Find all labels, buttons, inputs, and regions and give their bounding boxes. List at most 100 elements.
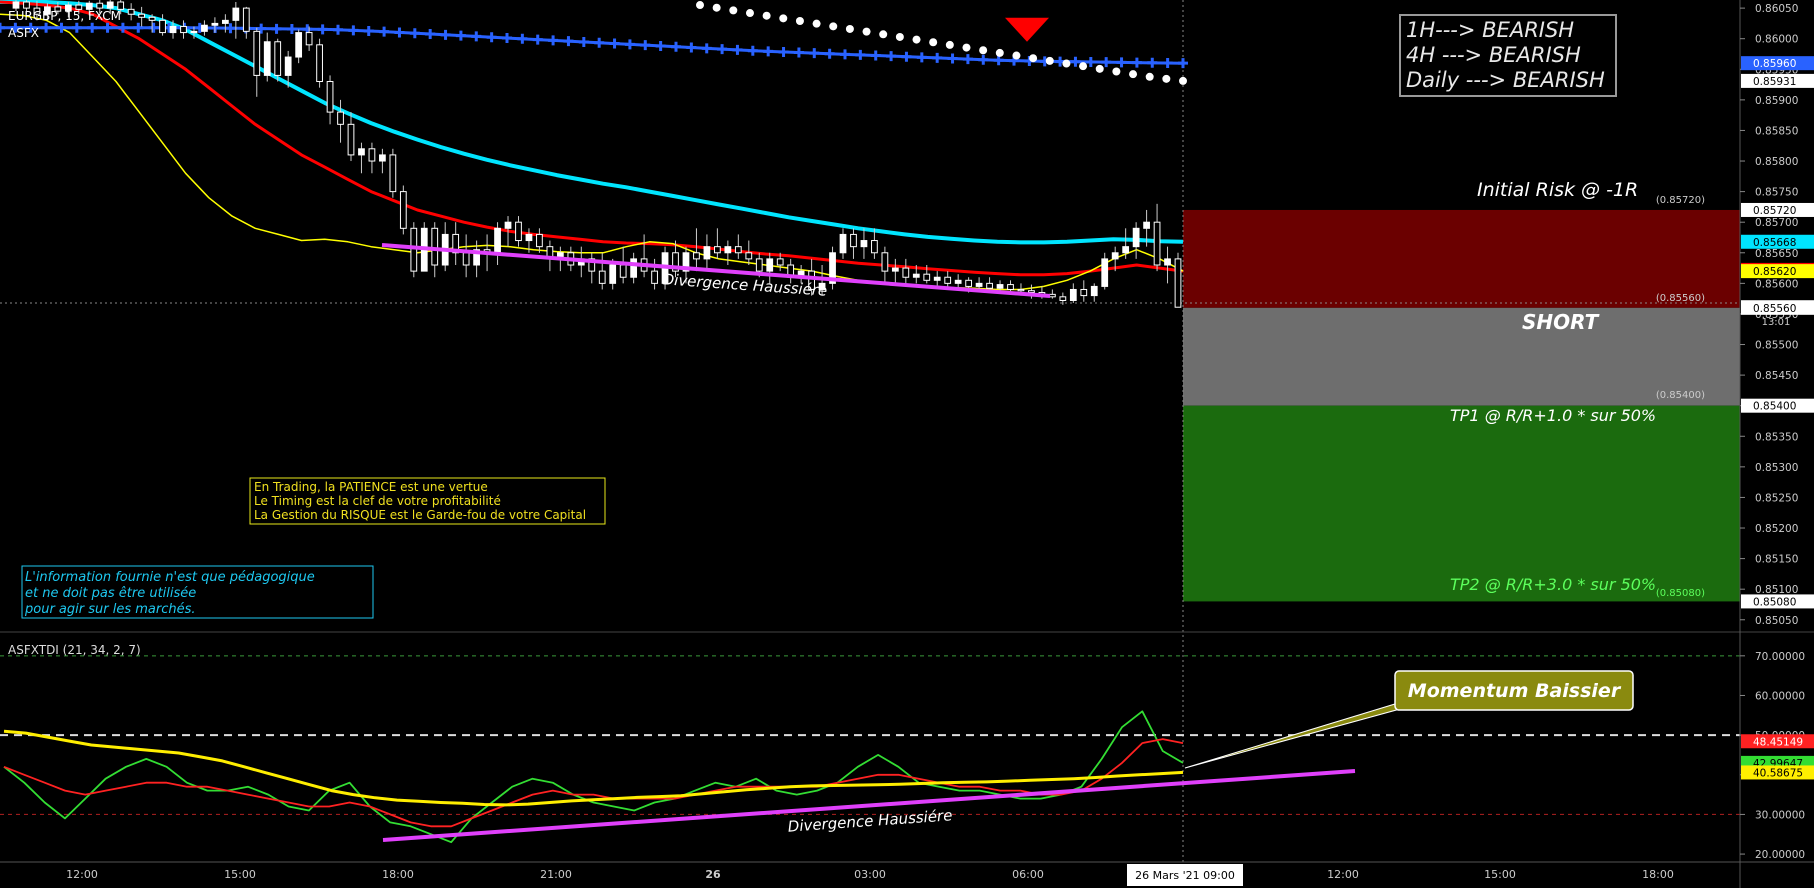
candle-body [1111,252,1119,260]
price-tick-label: 0.85800 [1755,156,1798,168]
candle-body [347,123,355,156]
candle-body [305,32,313,46]
target-zone [1183,405,1740,602]
white-dot-marker [1162,74,1171,83]
candle-body [12,1,20,9]
osc-tick-label: 20.00000 [1755,849,1805,861]
white-dot-marker [795,17,804,26]
candle-body [159,19,166,34]
indicator-label: ASFX [8,26,39,40]
white-dot-marker [1045,56,1054,65]
candle-body [923,273,931,281]
price-tick-label: 0.85750 [1755,187,1798,199]
candle-body [127,8,135,15]
time-tick: 15:00 [224,868,256,881]
price-tick-label: 0.85900 [1755,95,1798,107]
candle-body [96,2,104,9]
candle-body [138,13,146,18]
white-dot-marker [729,6,738,15]
white-dot-marker [1129,70,1138,79]
candle-body [263,41,271,76]
candle-body [734,246,742,254]
time-tick: 12:00 [1327,868,1359,881]
white-dot-marker [696,1,704,10]
price-tick-label: 0.85150 [1755,554,1798,566]
white-dot-marker [979,46,988,55]
patience-line-1: En Trading, la PATIENCE est une vertue [254,480,488,494]
white-dot-marker [829,22,838,31]
candle-body [1174,258,1182,308]
candle-body [536,233,543,248]
candle-body [619,264,627,278]
disclaimer-line-2: et ne doit pas être utilisée [25,586,196,601]
price-tick-label: 0.85050 [1755,615,1798,627]
white-dot-marker [845,24,854,33]
time-tick: 18:00 [382,868,414,881]
candle-body [1143,221,1150,229]
trading-chart: Divergence Haussiére EURGBP, 15, FXCM AS… [0,0,1814,888]
white-dot-marker [1062,59,1071,68]
candle-body [755,258,763,272]
price-tick-label: 0.85650 [1755,248,1798,260]
disclaimer-line-3: pour agir sur les marchés. [24,602,196,617]
candle-body [316,44,323,83]
osc-tag-label: 40.58675 [1753,767,1803,779]
price-tick-label: 0.85100 [1755,584,1798,596]
candle-body [525,233,533,242]
candle-body [295,32,303,58]
candle-body [850,233,857,248]
timeframe-1h: 1H---> BEARISH [1406,18,1574,42]
candle-body [180,25,187,34]
candle-body [1122,246,1130,254]
tp1-label: TP1 @ R/R+1.0 * sur 50% [1450,406,1656,425]
candle-body [1080,288,1088,297]
candle-body [337,111,344,125]
price-tick-label: 0.85250 [1755,492,1798,504]
candle-body [242,7,250,32]
price-tick-label: 0.85200 [1755,523,1798,535]
oscillator-label: ASFXTDI (21, 34, 2, 7) [8,643,141,657]
price-tick-label: 0.85450 [1755,370,1798,382]
candle-body [1153,221,1161,266]
price-tag-label: 0.85720 [1753,205,1796,217]
candle-body [399,191,407,229]
zone-tag-entry: (0.85560) [1656,293,1705,304]
candle-body [431,227,439,266]
white-dot-marker [812,19,821,28]
candle-body [274,41,282,76]
candle-body [776,258,784,266]
price-tag-label: 0.85400 [1753,401,1796,413]
countdown: 13:01 [1762,317,1791,328]
patience-line-2: Le Timing est la clef de votre profitabi… [254,494,501,508]
candle-body [724,246,732,254]
candle-body [326,81,334,113]
timeframe-daily: Daily ---> BEARISH [1406,68,1605,92]
candle-body [693,252,700,260]
candle-body [515,221,522,242]
price-tag-label: 0.85960 [1753,58,1796,70]
candle-body [630,258,638,278]
zone-tag-tp2: (0.85080) [1656,588,1705,599]
candle-body [1164,258,1171,266]
candle-body [860,240,868,248]
candle-body [358,148,365,156]
candle-body [839,233,847,254]
price-tag-label: 0.85620 [1753,266,1796,278]
candle-body [1059,296,1067,301]
candle-body [986,282,993,289]
candle-body [389,154,397,193]
candle-body [221,19,229,24]
white-dot-marker [779,14,788,23]
candle-body [211,22,219,26]
candle-body [933,276,941,281]
price-tag-label: 0.85668 [1753,237,1796,249]
white-dot-marker [945,40,954,49]
candle-body [912,273,920,278]
white-dot-marker [1179,76,1187,85]
time-tick: 18:00 [1642,868,1674,881]
candle-body [1007,284,1014,290]
candle-body [1069,288,1077,301]
price-tag-label: 0.85560 [1753,303,1796,315]
candle-body [462,252,470,266]
price-tick-label: 0.86000 [1755,34,1798,46]
